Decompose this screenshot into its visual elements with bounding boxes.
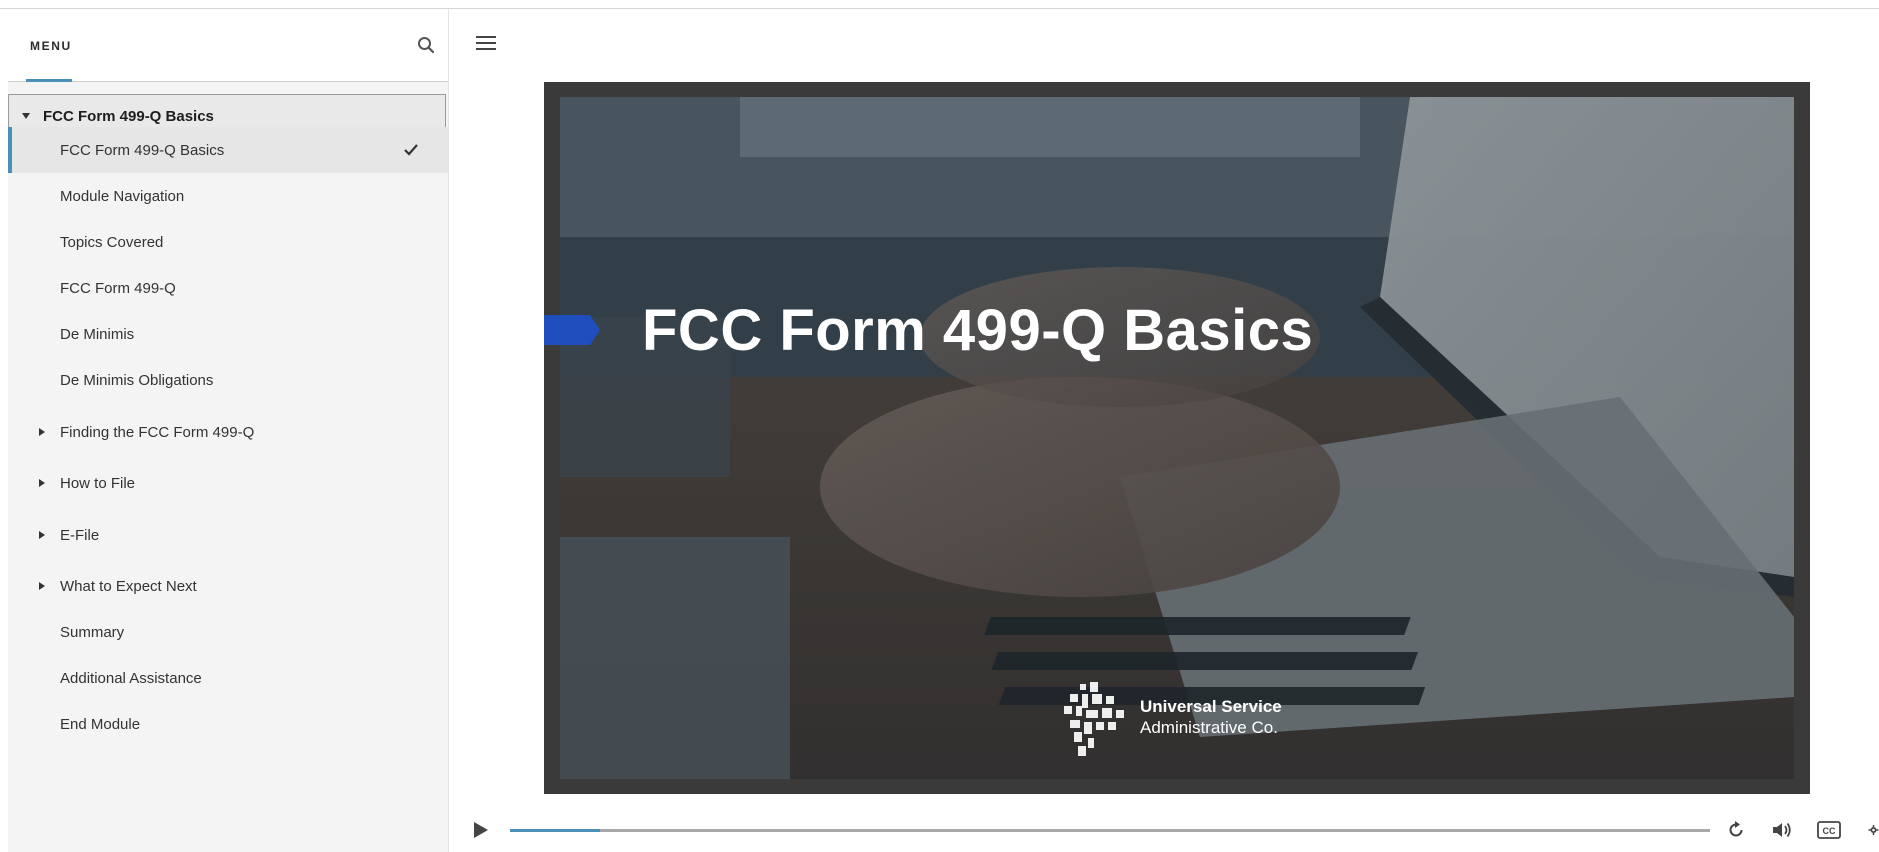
sidebar-item-label: De Minimis Obligations [60,371,214,389]
sidebar-item-label: End Module [60,715,141,733]
menu-tab-indicator [26,79,72,82]
search-button[interactable] [414,33,438,57]
usac-logo-mark-icon [1064,682,1124,756]
sidebar-item-label: E-File [60,526,100,544]
play-icon [474,822,488,838]
caret-right-icon [39,428,45,436]
menu-tab[interactable]: MENU [30,39,72,53]
play-button[interactable] [470,820,490,840]
caret-right-icon [39,582,45,590]
volume-button[interactable] [1770,818,1794,842]
sidebar-item[interactable]: Summary [8,609,448,655]
slide-image: FCC Form 499-Q Basics Universal Service … [560,97,1794,779]
seek-bar[interactable] [510,829,1710,832]
sidebar-item[interactable]: De Minimis [8,311,448,357]
closed-captions-button[interactable]: CC [1816,818,1842,842]
section-label: FCC Form 499-Q Basics [43,107,214,125]
usac-logo: Universal Service Administrative Co. [1060,682,1320,762]
slide-frame: FCC Form 499-Q Basics Universal Service … [544,82,1810,794]
closed-captions-icon: CC [1817,821,1841,839]
replay-button[interactable] [1724,818,1748,842]
settings-icon [1868,825,1879,835]
sidebar-item-label: FCC Form 499-Q [60,279,176,297]
search-icon [418,37,435,54]
caret-down-icon [21,111,31,121]
sidebar-header: MENU [8,9,448,82]
settings-button[interactable] [1858,818,1879,842]
sidebar-item[interactable]: De Minimis Obligations [8,357,448,403]
sidebar-item[interactable]: FCC Form 499-Q Basics [8,127,448,173]
sidebar-item[interactable]: Finding the FCC Form 499-Q [8,409,448,455]
caret-right-icon [39,531,45,539]
sidebar-menu: MENU FCC Form 499-Q Basics FCC Form 499-… [8,9,449,852]
sidebar-item-label: FCC Form 499-Q Basics [60,141,225,159]
sidebar-item[interactable]: Module Navigation [8,173,448,219]
replay-icon [1729,821,1743,837]
slide-title: FCC Form 499-Q Basics [642,298,1314,363]
sidebar-item[interactable]: End Module [8,701,448,747]
hamburger-menu-button[interactable] [476,36,498,54]
sidebar-item-label: De Minimis [60,325,135,343]
sidebar-item-label: Topics Covered [60,233,164,251]
check-icon [404,144,418,156]
logo-line-2: Administrative Co. [1140,718,1278,737]
sidebar-item[interactable]: E-File [8,512,448,558]
svg-text:CC: CC [1823,826,1836,836]
sidebar-item-label: Module Navigation [60,187,185,205]
hamburger-icon [476,36,496,38]
sidebar-item[interactable]: What to Expect Next [8,563,448,609]
sidebar-item-label: Summary [60,623,125,641]
seek-progress [510,829,600,832]
sidebar-item-label: How to File [60,474,136,492]
logo-line-1: Universal Service [1140,697,1282,716]
sidebar-item[interactable]: FCC Form 499-Q [8,265,448,311]
sidebar-item-label: Additional Assistance [60,669,202,687]
sidebar-item[interactable]: Topics Covered [8,219,448,265]
sidebar-item-label: What to Expect Next [60,577,197,595]
slide-background [560,97,1794,779]
title-marker-icon [544,315,600,345]
sidebar-item[interactable]: How to File [8,460,448,506]
sidebar-item-label: Finding the FCC Form 499-Q [60,423,255,441]
caret-right-icon [39,479,45,487]
volume-icon [1773,822,1791,838]
top-border [0,0,1879,9]
sidebar-item[interactable]: Additional Assistance [8,655,448,701]
active-item-indicator [8,127,12,173]
